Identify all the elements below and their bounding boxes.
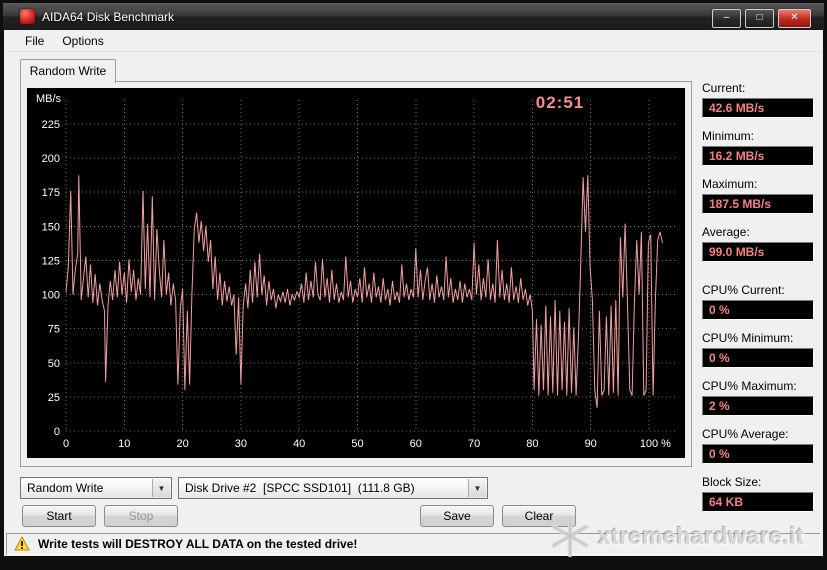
svg-text:%: % xyxy=(661,438,671,450)
svg-text:75: 75 xyxy=(48,324,60,336)
save-button[interactable]: Save xyxy=(420,505,494,527)
benchmark-chart-svg: 0 25 50 75 100 125 150 175 200 225 0 10 20 30 40 50 60 70… xyxy=(27,88,685,458)
svg-text:225: 225 xyxy=(42,119,60,131)
svg-text:90: 90 xyxy=(585,438,597,450)
stat-cpu-current: CPU% Current: 0 % xyxy=(702,283,814,320)
chevron-down-icon[interactable]: ▼ xyxy=(152,479,170,497)
test-type-value: Random Write xyxy=(27,481,103,495)
stat-cpu-minimum: CPU% Minimum: 0 % xyxy=(702,331,814,368)
svg-text:50: 50 xyxy=(351,438,363,450)
svg-text:175: 175 xyxy=(42,187,60,199)
close-button[interactable]: ✕ xyxy=(778,9,811,28)
menu-file[interactable]: File xyxy=(16,31,53,51)
maximize-icon: □ xyxy=(756,12,762,23)
tab-random-write[interactable]: Random Write xyxy=(20,59,116,83)
stat-cpu-maximum: CPU% Maximum: 2 % xyxy=(702,379,814,416)
stat-label: CPU% Current: xyxy=(702,283,814,297)
stat-value: 42.6 MB/s xyxy=(702,98,814,118)
svg-text:125: 125 xyxy=(42,255,60,267)
stat-label: Maximum: xyxy=(702,177,814,191)
test-type-combobox[interactable]: Random Write ▼ xyxy=(20,477,172,499)
stat-label: CPU% Minimum: xyxy=(702,331,814,345)
svg-text:200: 200 xyxy=(42,153,60,165)
drive-combobox[interactable]: Disk Drive #2 [SPCC SSD101] (111.8 GB) ▼ xyxy=(178,477,488,499)
svg-text:40: 40 xyxy=(293,438,305,450)
svg-text:150: 150 xyxy=(42,221,60,233)
titlebar: AIDA64 Disk Benchmark – □ ✕ xyxy=(3,3,824,31)
destroy-warning-text: Write tests will DESTROY ALL DATA on the… xyxy=(38,537,357,551)
svg-text:0: 0 xyxy=(54,426,60,438)
warning-icon xyxy=(14,536,30,552)
caption-buttons: – □ ✕ xyxy=(712,9,811,28)
stat-label: CPU% Average: xyxy=(702,427,814,441)
svg-text:60: 60 xyxy=(410,438,422,450)
watermark: xtremehardware.it xyxy=(548,514,805,558)
stat-minimum: Minimum: 16.2 MB/s xyxy=(702,129,814,166)
stat-average: Average: 99.0 MB/s xyxy=(702,225,814,262)
stat-label: CPU% Maximum: xyxy=(702,379,814,393)
watermark-text: xtremehardware.it xyxy=(598,523,805,550)
snowflake-icon xyxy=(548,514,592,558)
stat-value: 2 % xyxy=(702,396,814,416)
stop-button[interactable]: Stop xyxy=(104,505,178,527)
svg-text:100: 100 xyxy=(640,438,658,450)
chart-y-axis-unit: MB/s xyxy=(36,93,61,105)
chevron-down-icon[interactable]: ▼ xyxy=(468,479,486,497)
drive-value: Disk Drive #2 [SPCC SSD101] (111.8 GB) xyxy=(185,481,415,495)
stat-block-size: Block Size: 64 KB xyxy=(702,475,814,512)
svg-text:0: 0 xyxy=(63,438,69,450)
stat-value: 0 % xyxy=(702,300,814,320)
minimize-icon: – xyxy=(724,12,730,23)
svg-text:70: 70 xyxy=(468,438,480,450)
elapsed-time: 02:51 xyxy=(525,93,595,113)
client-area: Random Write 0 25 50 75 100 125 150 175 200 225 0 1… xyxy=(4,52,823,556)
stat-value: 187.5 MB/s xyxy=(702,194,814,214)
stat-value: 0 % xyxy=(702,348,814,368)
svg-text:25: 25 xyxy=(48,392,60,404)
menu-options[interactable]: Options xyxy=(53,31,112,51)
start-button[interactable]: Start xyxy=(22,505,96,527)
svg-text:50: 50 xyxy=(48,358,60,370)
menubar: File Options xyxy=(4,30,823,52)
stat-label: Average: xyxy=(702,225,814,239)
stat-maximum: Maximum: 187.5 MB/s xyxy=(702,177,814,214)
aida64-app-icon xyxy=(20,9,35,24)
svg-text:100: 100 xyxy=(42,290,60,302)
maximize-button[interactable]: □ xyxy=(745,9,774,28)
stat-label: Current: xyxy=(702,81,814,95)
stat-value: 16.2 MB/s xyxy=(702,146,814,166)
svg-text:80: 80 xyxy=(526,438,538,450)
stat-label: Minimum: xyxy=(702,129,814,143)
stat-current: Current: 42.6 MB/s xyxy=(702,81,814,118)
stat-value: 64 KB xyxy=(702,492,814,512)
minimize-button[interactable]: – xyxy=(712,9,741,28)
stat-cpu-average: CPU% Average: 0 % xyxy=(702,427,814,464)
tab-page: 0 25 50 75 100 125 150 175 200 225 0 10 20 30 40 50 60 70… xyxy=(20,81,692,467)
window-title: AIDA64 Disk Benchmark xyxy=(42,10,174,24)
stat-label: Block Size: xyxy=(702,475,814,489)
svg-text:10: 10 xyxy=(118,438,130,450)
stat-value: 99.0 MB/s xyxy=(702,242,814,262)
svg-text:30: 30 xyxy=(235,438,247,450)
stat-value: 0 % xyxy=(702,444,814,464)
svg-text:20: 20 xyxy=(176,438,188,450)
benchmark-chart: 0 25 50 75 100 125 150 175 200 225 0 10 20 30 40 50 60 70… xyxy=(27,88,685,458)
close-icon: ✕ xyxy=(790,12,798,23)
